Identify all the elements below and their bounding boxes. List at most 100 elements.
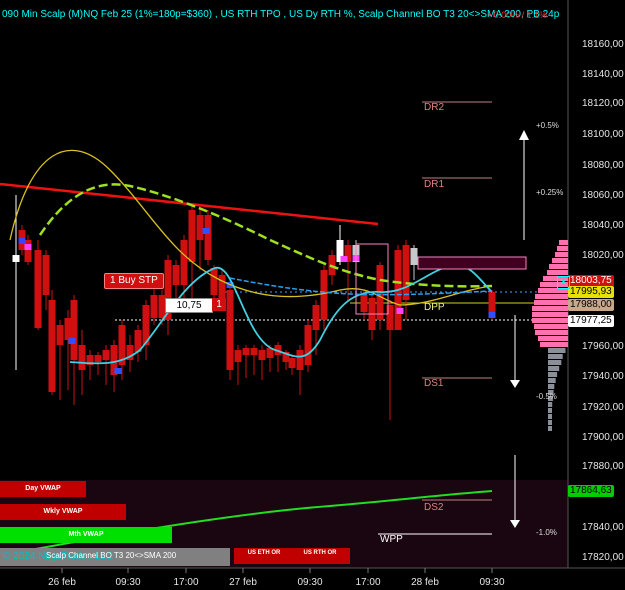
wkly-vwap-legend[interactable]: Wkly VWAP [0,504,126,520]
profile-bar [559,240,568,245]
candle-body [242,348,250,355]
profile-bar [548,366,560,371]
price-axis-label: 18140,00 [582,69,624,80]
buy-stop-order[interactable]: 1 Buy STP [104,273,164,289]
candle-body [210,268,218,295]
cursor-price-tag: 17977,25 [568,315,614,327]
candle-body [296,350,304,370]
price-chart[interactable] [0,0,625,590]
dr2-label: DR2 [424,102,445,113]
candle-body [70,300,78,360]
profile-bar [548,420,552,425]
profile-bar [548,360,562,365]
profile-bar [548,408,552,413]
profile-bar [540,342,568,347]
candle-body [410,248,418,265]
profile-bar [552,258,568,263]
candle-body [94,355,102,362]
price-axis-label: 17940,00 [582,371,624,382]
wpp-label: WPP [380,534,403,545]
candle-body [196,215,204,240]
price-axis-label: 17900,00 [582,432,624,443]
profile-bar [549,264,568,269]
time-axis-label: 09:30 [115,577,141,588]
price-axis-label: 17880,00 [582,461,624,472]
candle-body [42,255,50,295]
ds1-label: DS1 [424,378,444,389]
candle-body [320,270,328,320]
profile-bar [535,294,568,299]
candle-body [172,265,180,285]
price-axis-label: 18040,00 [582,220,624,231]
candle-marker [202,228,210,234]
profile-bar [548,372,558,377]
close-icon[interactable]: ✕ [557,276,570,289]
chart-title-badge: • 0.00% / 1.1% [488,10,548,20]
profile-bar [548,384,555,389]
profile-bar [548,426,552,431]
dpp-label: DPP [424,302,445,313]
profile-bar [534,300,568,305]
price-axis-label: 18160,00 [582,39,624,50]
order-count[interactable]: 1 [212,298,226,311]
time-axis-label: 28 feb [411,577,439,588]
us-rth-or-button[interactable]: US RTH OR [290,548,350,564]
chart-title: 090 Min Scalp (M)NQ Feb 25 (1%=180p=$360… [2,9,560,20]
pct-minus-1: -1.0% [536,528,557,537]
day-vwap-legend[interactable]: Day VWAP [0,481,86,497]
candle-body [78,345,86,370]
volume-profile [532,240,568,431]
profile-bar [532,312,568,317]
candle-marker [114,368,122,374]
candle-body [402,245,410,300]
sma-curve [38,183,493,288]
candle-body [180,240,188,285]
indicator-name: Scalp Channel BO T3 20<>SMA 200 [46,551,177,560]
candle-body [288,358,296,368]
pct-plus-05: +0.5% [536,121,559,130]
candle-marker [340,256,348,262]
time-axis-label: 26 feb [48,577,76,588]
price-axis-label: 18020,00 [582,250,624,261]
dr1-label: DR1 [424,179,445,190]
profile-bar [548,354,563,359]
profile-bar [557,246,568,251]
vwap-price-tag: 17864,63 [568,485,614,497]
time-axis-label: 27 feb [229,577,257,588]
time-axis-label: 17:00 [355,577,381,588]
candle-body [258,350,266,360]
candle-body [488,292,496,315]
candle-body [204,215,212,260]
candle-marker [488,312,496,318]
profile-bar [538,336,568,341]
price-axis-label: 18100,00 [582,129,624,140]
price-axis-label: 17840,00 [582,522,624,533]
candle-body [34,250,42,328]
price-axis-label: 17960,00 [582,341,624,352]
candle-body [64,318,72,340]
profile-bar [548,348,566,353]
profile-bar [548,378,556,383]
price-axis-label: 18080,00 [582,160,624,171]
order-quantity-field[interactable]: 10,75 [165,298,213,313]
candle-body [102,350,110,360]
candle-body [48,300,56,392]
range-box-2 [417,256,527,270]
pct-minus-05: -0.5% [536,392,557,401]
candle-body [304,325,312,365]
sma-price-tag: 17995,93 [568,286,614,298]
profile-bar [555,252,568,257]
mth-vwap-legend[interactable]: Mth VWAP [0,527,172,543]
candle-body [218,275,226,300]
candle-marker [18,238,26,244]
time-axis-label: 09:30 [297,577,323,588]
candle-body [328,255,336,275]
dpp-price-tag: 17988,00 [568,299,614,311]
candle-body [312,305,320,330]
profile-bar [532,318,568,323]
price-axis-label: 18060,00 [582,190,624,201]
candle-marker [68,338,76,344]
us-eth-or-button[interactable]: US ETH OR [234,548,294,564]
candle-body [234,350,242,362]
candle-marker [396,308,404,314]
